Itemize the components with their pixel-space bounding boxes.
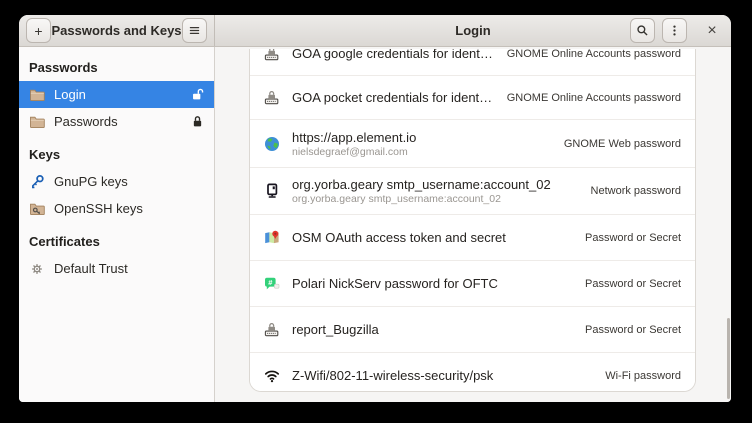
sidebar-item-label: Default Trust xyxy=(54,261,128,276)
close-button[interactable]: × xyxy=(701,20,723,42)
sidebar-section-passwords: Passwords xyxy=(19,48,214,81)
item-type-label: Password or Secret xyxy=(585,324,681,336)
app-window: + Passwords and Keys Login xyxy=(19,15,731,402)
item-title: Z-Wifi/802-11-wireless-security/psk xyxy=(292,368,593,383)
list-item[interactable]: GOA pocket credentials for identity acco… xyxy=(250,76,695,120)
sidebar: Passwords Login xyxy=(19,47,215,402)
main-panel: GOA google credentials for identity acco… xyxy=(215,47,731,402)
hamburger-icon xyxy=(188,24,201,37)
item-type-label: Wi-Fi password xyxy=(605,370,681,382)
close-icon: × xyxy=(707,23,716,39)
list-item[interactable]: # Polari NickServ password for OFTC Pass… xyxy=(250,261,695,307)
search-button[interactable] xyxy=(630,18,655,43)
new-item-button[interactable]: + xyxy=(26,18,51,43)
sidebar-item-label: Login xyxy=(54,87,86,102)
item-subtitle: org.yorba.geary smtp_username:account_02 xyxy=(292,193,579,205)
keyring-icon xyxy=(264,49,280,62)
window-menu-button[interactable] xyxy=(662,18,687,43)
sidebar-item-label: Passwords xyxy=(54,114,118,129)
keyring-icon xyxy=(264,322,280,338)
item-title: https://app.element.io xyxy=(292,130,552,145)
polari-chat-icon: # xyxy=(264,276,280,292)
main-titlebar: Login × xyxy=(215,15,731,46)
item-title: GOA google credentials for identity acco… xyxy=(292,49,495,61)
titlebar: + Passwords and Keys Login xyxy=(19,15,731,47)
app-menu-button[interactable] xyxy=(182,18,207,43)
sidebar-item-default-trust[interactable]: Default Trust xyxy=(19,255,214,282)
item-title: GOA pocket credentials for identity acco… xyxy=(292,90,495,105)
sidebar-item-openssh-keys[interactable]: OpenSSH keys xyxy=(19,195,214,222)
web-globe-icon xyxy=(264,136,280,152)
item-type-label: GNOME Online Accounts password xyxy=(507,92,681,104)
app-title: Passwords and Keys xyxy=(51,23,182,38)
keyring-icon xyxy=(264,90,280,106)
sidebar-section-keys: Keys xyxy=(19,135,214,168)
list-item[interactable]: OSM OAuth access token and secret Passwo… xyxy=(250,215,695,261)
search-icon xyxy=(636,24,649,37)
gnupg-key-icon xyxy=(29,174,45,190)
item-type-label: Password or Secret xyxy=(585,232,681,244)
item-type-label: GNOME Online Accounts password xyxy=(507,49,681,60)
item-title: OSM OAuth access token and secret xyxy=(292,230,573,245)
sidebar-item-label: GnuPG keys xyxy=(54,174,128,189)
sidebar-item-gnupg-keys[interactable]: GnuPG keys xyxy=(19,168,214,195)
item-type-label: Network password xyxy=(591,185,681,197)
scrollbar-thumb[interactable] xyxy=(727,318,730,399)
openssh-folder-key-icon xyxy=(29,201,45,217)
certificate-gear-icon xyxy=(29,261,45,277)
item-type-label: GNOME Web password xyxy=(564,138,681,150)
sidebar-item-login[interactable]: Login xyxy=(19,81,214,108)
wifi-icon xyxy=(264,368,280,384)
lock-icon xyxy=(190,115,204,129)
folder-icon xyxy=(29,87,45,103)
item-type-label: Password or Secret xyxy=(585,278,681,290)
sidebar-item-label: OpenSSH keys xyxy=(54,201,143,216)
plus-icon: + xyxy=(34,24,42,38)
item-title: report_Bugzilla xyxy=(292,322,573,337)
list-item[interactable]: report_Bugzilla Password or Secret xyxy=(250,307,695,353)
menu-dots-icon xyxy=(668,24,681,37)
item-subtitle: nielsdegraef@gmail.com xyxy=(292,146,552,158)
unlock-icon xyxy=(190,88,204,102)
list-item[interactable]: org.yorba.geary smtp_username:account_02… xyxy=(250,168,695,215)
network-computer-icon xyxy=(264,183,280,199)
sidebar-section-certificates: Certificates xyxy=(19,222,214,255)
list-item[interactable]: GOA google credentials for identity acco… xyxy=(250,49,695,76)
folder-icon xyxy=(29,114,45,130)
sidebar-item-passwords[interactable]: Passwords xyxy=(19,108,214,135)
item-title: org.yorba.geary smtp_username:account_02 xyxy=(292,177,579,192)
map-pin-icon xyxy=(264,230,280,246)
list-item[interactable]: Z-Wifi/802-11-wireless-security/psk Wi-F… xyxy=(250,353,695,392)
sidebar-titlebar: + Passwords and Keys xyxy=(19,15,215,46)
list-item[interactable]: https://app.element.io nielsdegraef@gmai… xyxy=(250,120,695,168)
item-title: Polari NickServ password for OFTC xyxy=(292,276,573,291)
password-list: GOA google credentials for identity acco… xyxy=(249,49,696,392)
